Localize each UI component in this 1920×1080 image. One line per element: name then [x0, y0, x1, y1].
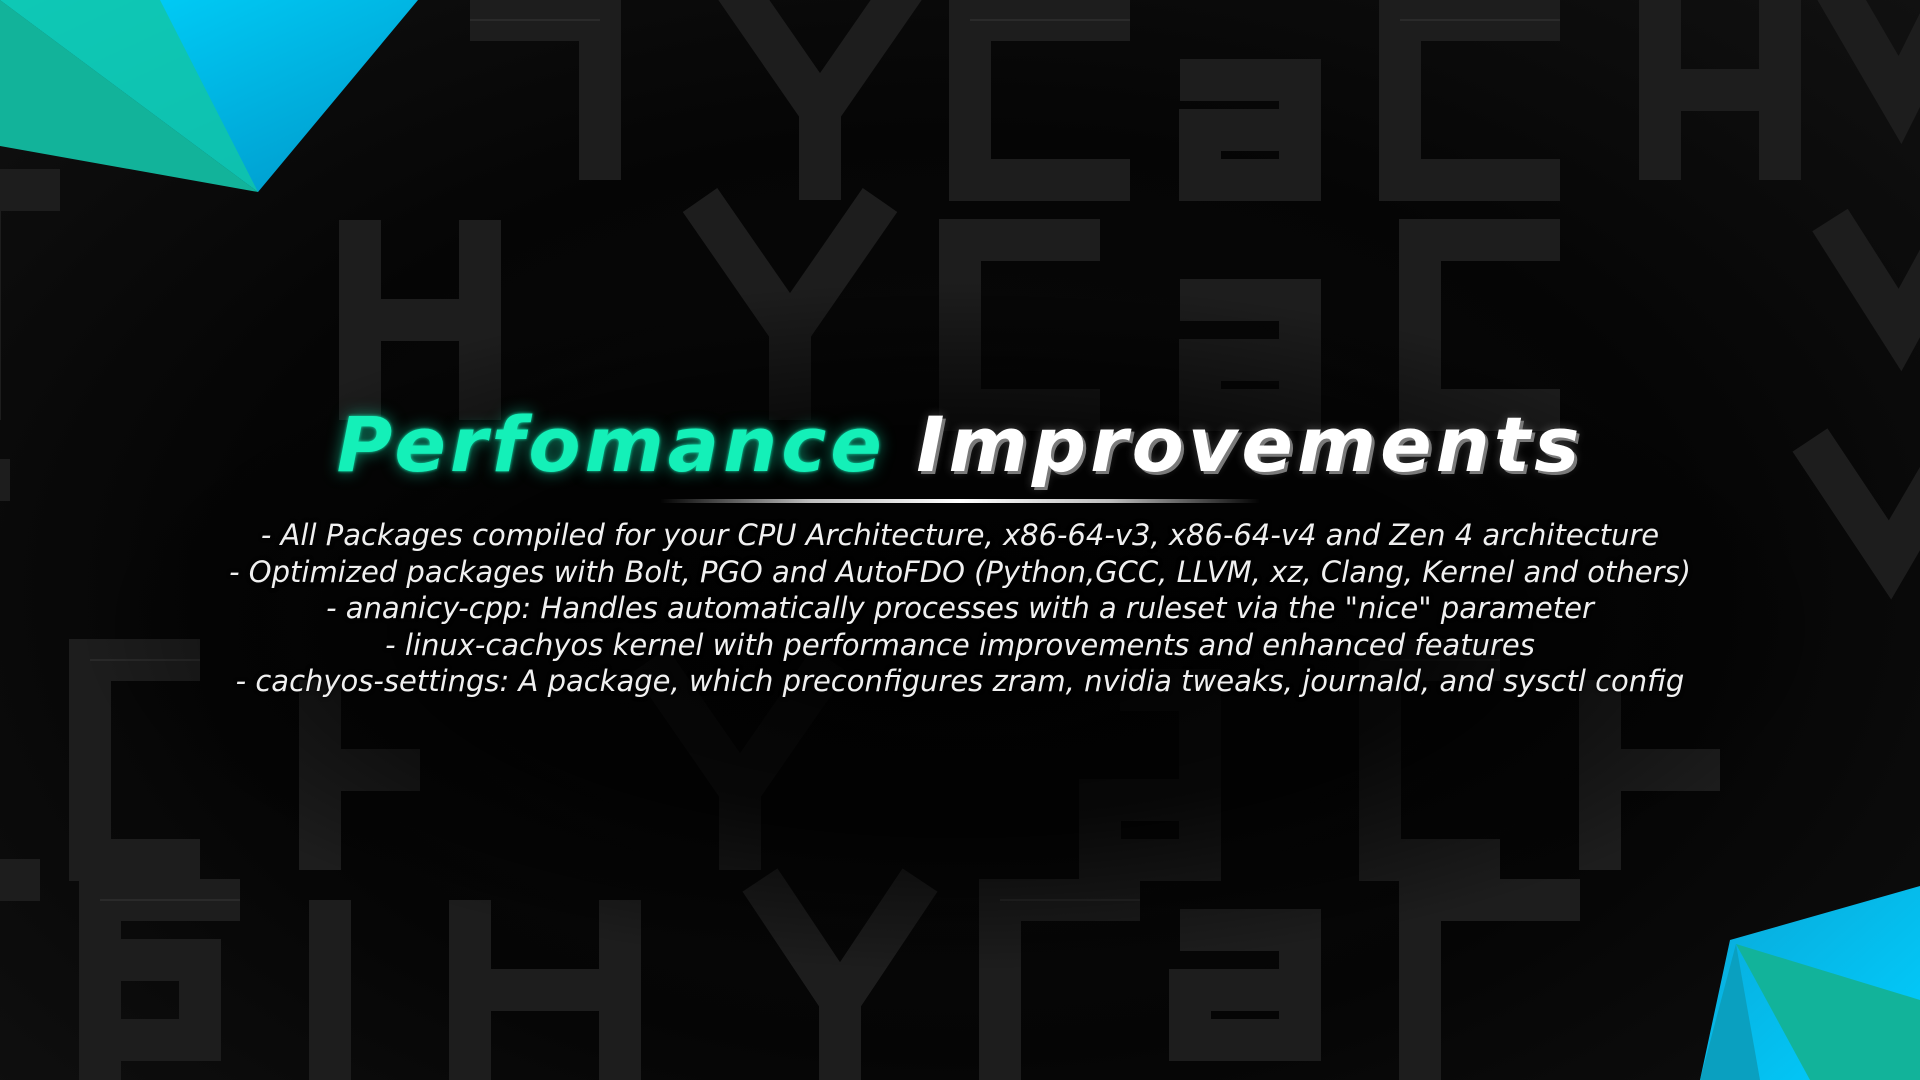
feature-item: - All Packages compiled for your CPU Arc…: [260, 518, 1660, 552]
title-main-word: Improvements: [916, 400, 1584, 489]
slide: Perfomance Improvements - All Packages c…: [0, 0, 1920, 1080]
title-divider: [660, 499, 1260, 503]
main-content: Perfomance Improvements - All Packages c…: [0, 395, 1920, 700]
feature-item: - ananicy-cpp: Handles automatically pro…: [326, 591, 1594, 625]
feature-item: - cachyos-settings: A package, which pre…: [235, 664, 1685, 698]
page-title: Perfomance Improvements: [0, 395, 1920, 495]
feature-list: - All Packages compiled for your CPU Arc…: [0, 517, 1920, 700]
feature-item: - linux-cachyos kernel with performance …: [385, 627, 1535, 662]
title-accent-word: Perfomance: [336, 400, 886, 489]
feature-item: - Optimized packages with Bolt, PGO and …: [229, 554, 1691, 589]
